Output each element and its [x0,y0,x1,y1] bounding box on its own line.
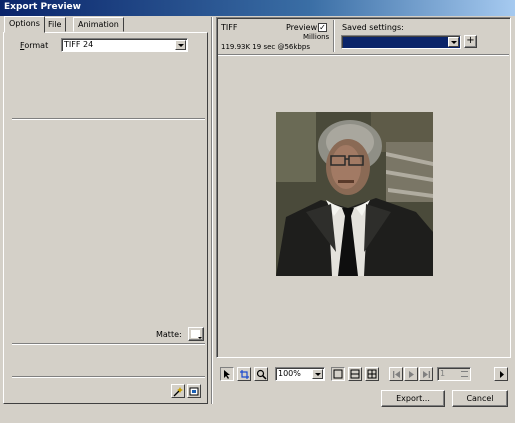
frame-field[interactable]: 1 [437,367,471,381]
preview-checkbox[interactable]: ✓ [318,23,327,32]
saved-settings-label: Saved settings: [342,23,404,32]
crop-icon[interactable] [237,367,251,381]
tab-file[interactable]: File [43,17,67,32]
preview-pane: TIFF Preview ✓ Millions 119.93K 19 sec @… [216,17,511,358]
single-view-icon[interactable] [331,367,345,381]
export-button[interactable]: Export... [381,390,445,407]
frame-value: 1 [440,369,446,378]
separator [333,20,335,52]
magic-wand-icon[interactable] [171,384,185,398]
play-icon[interactable] [404,367,418,381]
first-frame-icon[interactable] [389,367,403,381]
divider [12,118,205,120]
next-icon[interactable] [494,367,508,381]
preview-image [276,112,433,276]
preview-label: Preview [286,23,318,32]
color-depth: Millions [303,33,330,41]
matte-color-swatch[interactable] [188,327,204,341]
format-label: Format [20,41,49,50]
separator [211,17,213,404]
zoom-icon[interactable] [254,367,268,381]
matte-icon[interactable] [187,384,201,398]
zoom-select[interactable]: 100% [275,367,325,381]
divider [218,54,509,56]
matte-label: Matte: [156,330,182,339]
tab-options[interactable]: Options [4,16,45,33]
tab-animation[interactable]: Animation [73,17,124,32]
last-frame-icon[interactable] [419,367,433,381]
chevron-down-icon[interactable] [312,369,323,379]
preview-format: TIFF [221,23,238,32]
chevron-down-icon[interactable] [448,37,459,47]
saved-settings-select[interactable] [341,35,461,49]
divider [12,376,205,378]
zoom-value: 100% [278,369,301,378]
format-value: TIFF 24 [64,40,94,49]
window-title: Export Preview [0,0,515,16]
cancel-button[interactable]: Cancel [452,390,508,407]
file-stats: 119.93K 19 sec @56kbps [221,43,310,51]
options-panel: Format TIFF 24 Matte: [3,32,208,404]
four-view-icon[interactable] [365,367,379,381]
two-view-icon[interactable] [348,367,362,381]
add-settings-button[interactable]: + [464,35,477,48]
divider [12,343,205,345]
format-select[interactable]: TIFF 24 [61,38,188,52]
pointer-icon[interactable] [220,367,234,381]
frame-spinner-icon [461,371,468,377]
chevron-down-icon[interactable] [175,40,186,50]
